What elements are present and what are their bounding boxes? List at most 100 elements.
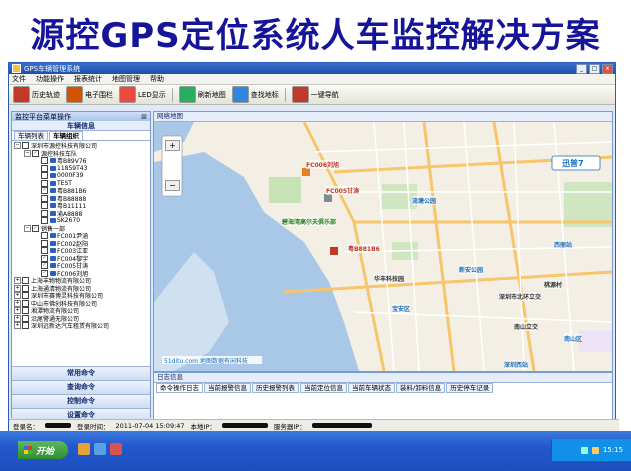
tree-checkbox[interactable] (22, 314, 29, 322)
zoom-in-button[interactable]: + (165, 140, 180, 151)
zoom-out-button[interactable]: − (165, 180, 180, 191)
quicklaunch-icon-3[interactable] (110, 443, 122, 455)
log-tab-3[interactable]: 当前定位信息 (300, 383, 347, 393)
map-view[interactable]: FC006刘旭 FC005甘涛 粤B881B6 流塘公园 新安公园 宝安区 西丽站 南山区 深圳… (154, 122, 612, 371)
toolbar: 历史轨迹 电子围栏 LED显示 刷新地图 查找地标 一键导航 (9, 85, 615, 105)
tree-checkbox[interactable] (22, 322, 29, 330)
tree-checkbox[interactable] (22, 307, 29, 315)
tree-checkbox[interactable] (22, 292, 29, 300)
toolbar-button-5[interactable]: 一键导航 (291, 86, 339, 103)
quicklaunch-icon-2[interactable] (94, 443, 106, 455)
map-canvas[interactable] (154, 122, 612, 371)
tray-volume-icon[interactable] (591, 446, 599, 454)
map-label: 碧海湾高尔夫俱乐部 (282, 217, 337, 226)
command-0[interactable]: 常用命令 (12, 366, 150, 380)
expand-icon[interactable]: + (14, 307, 21, 315)
tree-checkbox[interactable] (22, 299, 29, 307)
expand-icon[interactable]: − (24, 149, 31, 157)
map-label: FC006刘旭 (306, 160, 340, 169)
expand-icon[interactable]: − (14, 142, 21, 150)
tree-checkbox[interactable] (41, 179, 48, 187)
close-button[interactable]: x (602, 63, 613, 74)
start-button[interactable]: 开始 (18, 441, 68, 459)
left-tab-1[interactable]: 车辆组织 (49, 131, 83, 140)
command-1[interactable]: 查询命令 (12, 380, 150, 394)
log-tab-6[interactable]: 历史停车记录 (446, 383, 494, 393)
toolbar-button-4[interactable]: 查找地标 (231, 86, 279, 103)
tree-checkbox[interactable] (41, 209, 48, 217)
tree-node[interactable]: 粤B89V76 (14, 157, 150, 165)
tree-node[interactable]: 0000F39 (14, 172, 150, 180)
expand-icon[interactable]: + (14, 292, 21, 300)
local-ip-label: 本地IP： (190, 422, 216, 431)
tree-node-label: 11859T43 (57, 164, 88, 172)
map-window: 网络地图 FC006刘旭 FC005甘涛 粤B881B6 流塘公园 新安公园 宝… (153, 111, 613, 372)
expand-icon[interactable]: + (14, 314, 21, 322)
log-panel: 日志信息 命令操作日志 当前报警信息 历史报警列表 当前定位信息 当前车辆状态 装料/卸料… (153, 372, 613, 420)
tree-checkbox[interactable] (41, 157, 48, 165)
vehicle-icon (50, 248, 56, 254)
tree-node[interactable]: 渝A8888 (14, 209, 150, 218)
expand-icon[interactable]: + (14, 284, 21, 292)
menu-item-3[interactable]: 地图管理 (112, 74, 140, 84)
tree-checkbox[interactable] (22, 277, 29, 285)
maximize-button[interactable]: □ (589, 63, 600, 74)
expand-icon[interactable]: + (14, 299, 21, 307)
expand-icon[interactable]: + (14, 277, 21, 285)
toolbar-button-2[interactable]: LED显示 (119, 86, 166, 103)
left-tab-0[interactable]: 车辆列表 (14, 131, 48, 140)
menu-item-4[interactable]: 帮助 (150, 74, 164, 84)
map-tab[interactable]: 网络地图 (154, 112, 612, 122)
menu-item-1[interactable]: 功能操作 (36, 74, 64, 84)
log-tab-2[interactable]: 历史报警列表 (252, 383, 299, 393)
tree-checkbox[interactable] (32, 224, 39, 232)
app-icon (12, 64, 21, 73)
tray-network-icon[interactable] (580, 446, 588, 454)
tree-checkbox[interactable] (41, 194, 48, 202)
vehicle-icon (50, 255, 56, 261)
log-tab-4[interactable]: 当前车辆状态 (348, 383, 395, 393)
map-label: 南山区 (564, 334, 583, 343)
tree-checkbox[interactable] (41, 254, 48, 262)
tree-checkbox[interactable] (41, 202, 48, 210)
command-2[interactable]: 控制命令 (12, 394, 150, 408)
toolbar-button-3[interactable]: 刷新地图 (178, 86, 226, 103)
tree-checkbox[interactable] (41, 247, 48, 255)
tree-node-label: 0000F39 (57, 172, 84, 180)
tree-checkbox[interactable] (22, 142, 29, 150)
tree-checkbox[interactable] (32, 149, 39, 157)
vehicle-icon (50, 270, 56, 276)
toolbar-label-5: 一键导航 (310, 90, 339, 99)
expand-icon[interactable]: + (14, 322, 21, 330)
tree-checkbox[interactable] (41, 262, 48, 270)
tree-node[interactable]: 11859T43 (14, 164, 150, 173)
tree-node[interactable]: − 深圳市源控科技有限公司 (14, 142, 150, 150)
tree-checkbox[interactable] (41, 187, 48, 195)
login-user-label: 登录名： (13, 422, 39, 431)
log-tab-0[interactable]: 命令操作日志 (156, 383, 203, 393)
pin-icon[interactable]: ⊠ (141, 113, 147, 121)
toolbar-separator (171, 87, 173, 102)
minimize-button[interactable]: _ (576, 63, 587, 74)
tree-node[interactable]: + 深圳远新达汽车租赁有限公司 (14, 322, 150, 330)
menu-item-2[interactable]: 报表统计 (74, 74, 102, 84)
system-tray: 15:15 (551, 439, 631, 461)
log-tab-1[interactable]: 当前报警信息 (204, 383, 251, 393)
tree-node[interactable]: SK2670 (14, 217, 150, 225)
tree-checkbox[interactable] (41, 239, 48, 247)
status-bar: 登录名： 登录时间： 2011-07-04 15:09:47 本地IP： 服务器… (9, 419, 619, 431)
tree-checkbox[interactable] (41, 164, 48, 172)
toolbar-button-1[interactable]: 电子围栏 (66, 86, 113, 103)
tree-checkbox[interactable] (41, 232, 48, 240)
tree-checkbox[interactable] (22, 284, 29, 292)
vehicle-icon (50, 165, 56, 171)
map-label: 深圳西站 (504, 360, 529, 369)
tree-checkbox[interactable] (41, 172, 48, 180)
expand-icon[interactable]: − (24, 224, 31, 232)
log-tabs: 命令操作日志 当前报警信息 历史报警列表 当前定位信息 当前车辆状态 装料/卸料信息 历史停… (154, 383, 612, 393)
toolbar-label-2: LED显示 (138, 90, 166, 99)
toolbar-button-0[interactable]: 历史轨迹 (13, 86, 60, 103)
log-tab-5[interactable]: 装料/卸料信息 (396, 383, 446, 393)
quicklaunch-icon-1[interactable] (78, 443, 90, 455)
menu-item-0[interactable]: 文件 (12, 74, 26, 84)
